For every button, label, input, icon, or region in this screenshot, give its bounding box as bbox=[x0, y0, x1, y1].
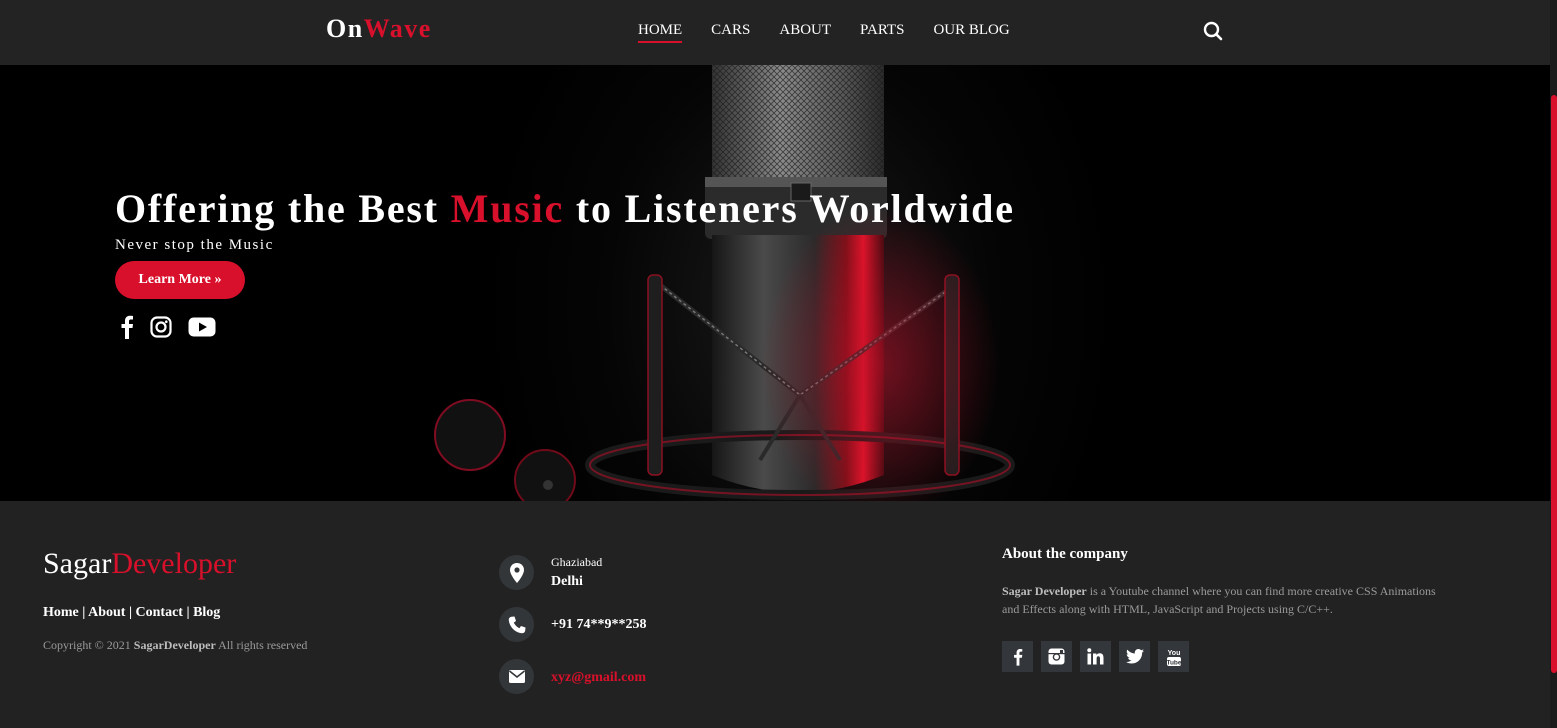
youtube-icon[interactable]: You Tube bbox=[1158, 641, 1189, 672]
nav-our-blog[interactable]: OUR BLOG bbox=[933, 22, 1009, 43]
hero-title-part-2: to Listeners Worldwide bbox=[564, 186, 1015, 231]
copyright-suffix: All rights reserved bbox=[215, 638, 308, 652]
footer-link-home[interactable]: Home bbox=[43, 605, 79, 620]
twitter-icon[interactable] bbox=[1119, 641, 1150, 672]
top-header: OnWave HOME CARS ABOUT PARTS OUR BLOG bbox=[0, 0, 1550, 65]
phone-icon bbox=[499, 607, 534, 642]
instagram-icon[interactable] bbox=[150, 316, 172, 343]
facebook-icon[interactable] bbox=[1002, 641, 1033, 672]
contact-phone-number[interactable]: +91 74**9**258 bbox=[551, 617, 646, 633]
learn-more-button[interactable]: Learn More » bbox=[115, 261, 245, 299]
hero-social-links bbox=[120, 315, 216, 344]
footer-links: Home | About | Contact | Blog bbox=[43, 605, 221, 620]
footer-logo-part-1: Sagar bbox=[43, 547, 112, 580]
logo-part-1: On bbox=[326, 14, 364, 43]
hero-subtitle: Never stop the Music bbox=[115, 237, 274, 253]
location-pin-icon bbox=[499, 555, 534, 590]
footer-logo-part-2: Developer bbox=[111, 547, 237, 580]
scrollbar-thumb[interactable] bbox=[1551, 95, 1557, 673]
footer-logo[interactable]: SagarDeveloper bbox=[43, 547, 236, 581]
footer: SagarDeveloper Home | About | Contact | … bbox=[0, 501, 1550, 728]
contact-email-link[interactable]: xyz@gmail.com bbox=[551, 670, 646, 685]
nav-parts[interactable]: PARTS bbox=[860, 22, 904, 43]
envelope-icon bbox=[499, 659, 534, 694]
about-brand: Sagar Developer bbox=[1002, 584, 1087, 598]
youtube-icon[interactable] bbox=[188, 317, 216, 342]
svg-text:You: You bbox=[1167, 650, 1180, 657]
footer-link-about[interactable]: About bbox=[88, 605, 125, 620]
contact-address: Ghaziabad Delhi bbox=[499, 555, 602, 590]
copyright-prefix: Copyright © 2021 bbox=[43, 638, 134, 652]
main-nav: HOME CARS ABOUT PARTS OUR BLOG bbox=[638, 22, 1010, 43]
copyright-text: Copyright © 2021 SagarDeveloper All righ… bbox=[43, 638, 307, 653]
nav-about[interactable]: ABOUT bbox=[779, 22, 831, 43]
contact-state: Delhi bbox=[551, 574, 583, 589]
nav-cars[interactable]: CARS bbox=[711, 22, 750, 43]
contact-city: Ghaziabad bbox=[551, 555, 603, 569]
hero-title-highlight: Music bbox=[450, 186, 565, 231]
footer-link-contact[interactable]: Contact bbox=[136, 605, 183, 620]
linkedin-icon[interactable] bbox=[1080, 641, 1111, 672]
instagram-icon[interactable] bbox=[1041, 641, 1072, 672]
footer-link-blog[interactable]: Blog bbox=[193, 605, 220, 620]
search-icon[interactable] bbox=[1203, 21, 1223, 41]
contact-email: xyz@gmail.com bbox=[499, 659, 646, 694]
hero-title-part-1: Offering the Best bbox=[115, 186, 451, 231]
svg-text:Tube: Tube bbox=[1166, 659, 1181, 666]
about-heading: About the company bbox=[1002, 546, 1128, 562]
hero-title: Offering the Best Music to Listeners Wor… bbox=[115, 185, 1015, 232]
nav-home[interactable]: HOME bbox=[638, 22, 683, 43]
hero-section: Offering the Best Music to Listeners Wor… bbox=[0, 65, 1550, 501]
logo-part-2: Wave bbox=[363, 14, 432, 43]
facebook-icon[interactable] bbox=[120, 315, 134, 344]
contact-phone: +91 74**9**258 bbox=[499, 607, 646, 642]
footer-social-links: You Tube bbox=[1002, 641, 1189, 672]
site-logo[interactable]: OnWave bbox=[326, 14, 432, 44]
about-text: Sagar Developer is a Youtube channel whe… bbox=[1002, 582, 1442, 618]
copyright-brand: SagarDeveloper bbox=[133, 638, 216, 652]
